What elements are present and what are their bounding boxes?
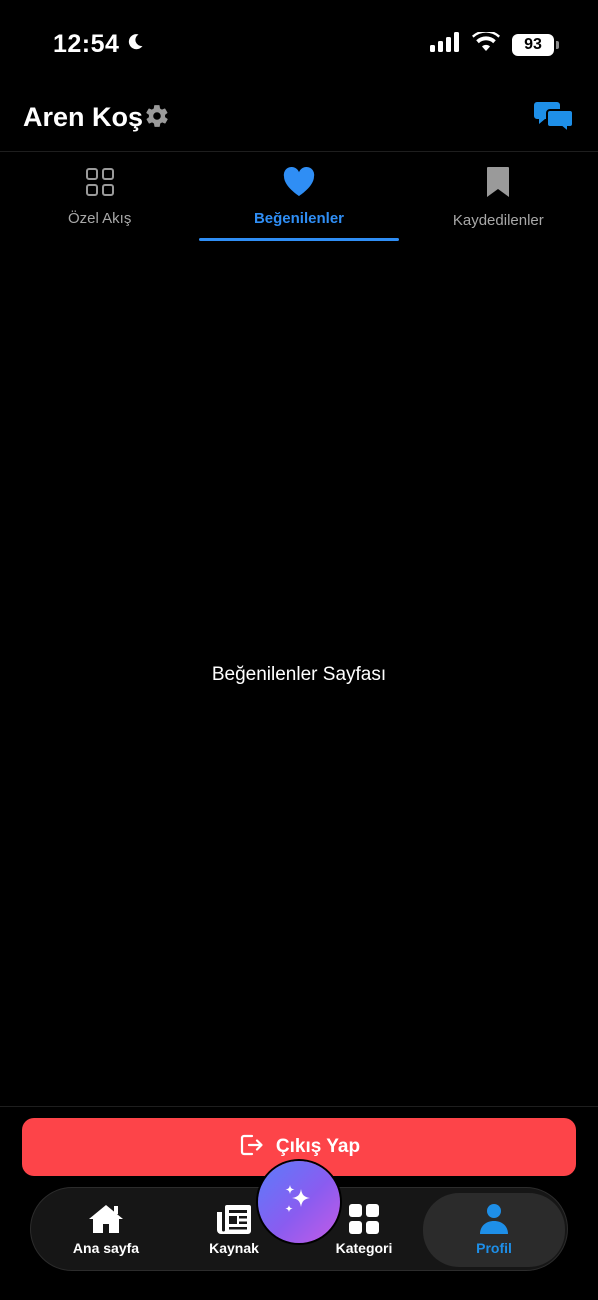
battery-indicator: 93 xyxy=(512,33,559,56)
cellular-signal-icon xyxy=(430,32,460,57)
status-time: 12:54 xyxy=(53,30,120,58)
home-icon xyxy=(88,1202,124,1236)
newspaper-icon xyxy=(216,1202,252,1236)
tab-label: Kaydedilenler xyxy=(452,212,544,229)
tab-begenilenler[interactable]: Beğenilenler xyxy=(199,152,399,244)
tab-kaydedilenler[interactable]: Kaydedilenler xyxy=(399,152,598,244)
tab-label: Özel Akış xyxy=(67,210,132,227)
bottom-divider xyxy=(0,1106,598,1107)
tabbar-label: Kategori xyxy=(335,1240,393,1256)
active-tab-indicator xyxy=(199,238,399,241)
ai-fab-button[interactable] xyxy=(258,1161,340,1243)
chat-bubbles-icon xyxy=(534,102,574,138)
tabbar-item-home[interactable]: Ana sayfa xyxy=(41,1188,171,1272)
moon-icon xyxy=(125,30,145,59)
profile-header: Aren Koş xyxy=(0,92,598,150)
empty-state-message: Beğenilenler Sayfası xyxy=(211,664,387,685)
logout-icon xyxy=(238,1132,264,1163)
heart-icon xyxy=(283,166,315,198)
tabbar-label: Profil xyxy=(476,1240,512,1256)
settings-button[interactable] xyxy=(143,104,171,132)
messages-button[interactable] xyxy=(534,100,574,135)
category-grid-icon xyxy=(348,1202,380,1236)
tab-label: Beğenilenler xyxy=(253,210,344,227)
logout-label: Çıkış Yap xyxy=(275,1136,361,1157)
tabbar-label: Kaynak xyxy=(209,1240,259,1256)
person-icon xyxy=(479,1202,509,1236)
sparkles-icon xyxy=(280,1181,318,1224)
wifi-icon xyxy=(472,30,500,57)
grid-icon xyxy=(85,166,115,198)
status-bar: 12:54 93 xyxy=(0,0,598,90)
bookmark-icon xyxy=(486,166,510,198)
profile-tabs: Özel Akış Beğenilenler Kaydedilenler xyxy=(0,152,598,244)
tabbar-label: Ana sayfa xyxy=(72,1240,140,1256)
gear-icon xyxy=(144,103,170,134)
status-time-wrap: 12:54 xyxy=(53,30,145,59)
tabbar-item-profil[interactable]: Profil xyxy=(423,1193,565,1267)
tab-ozel-akis[interactable]: Özel Akış xyxy=(0,152,199,244)
status-indicators: 93 xyxy=(430,30,559,57)
page-title: Aren Koş xyxy=(23,102,144,132)
